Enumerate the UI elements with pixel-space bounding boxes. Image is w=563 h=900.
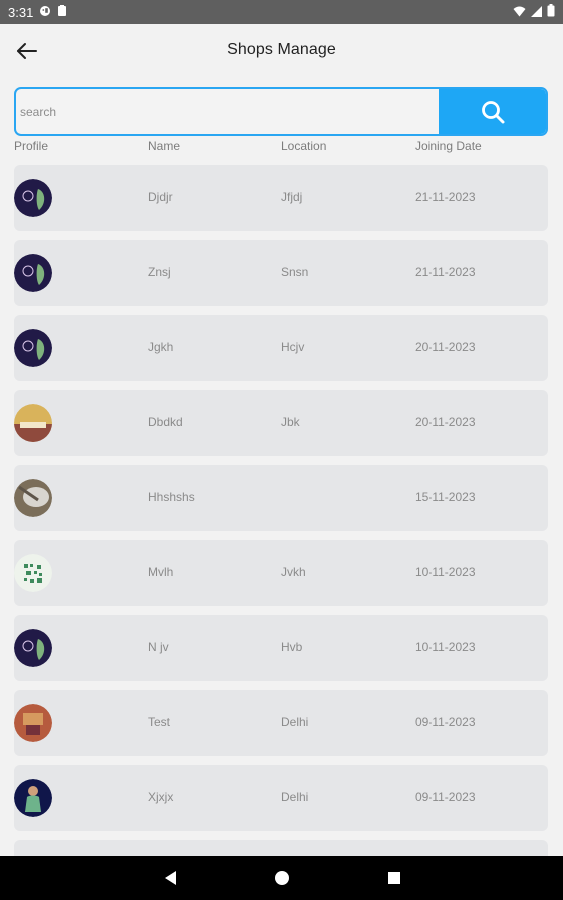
app-bar: Shops Manage (0, 24, 563, 76)
shop-name: Jgkh (148, 340, 174, 354)
table-header: Profile Name Location Joining Date (14, 139, 548, 157)
shop-name: Djdjr (148, 190, 173, 204)
shop-row[interactable]: Jgkh Hcjv 20-11-2023 (14, 315, 548, 381)
avatar (14, 704, 52, 742)
status-time: 3:31 (8, 4, 34, 20)
status-bar: 3:31 (0, 0, 563, 24)
joining-date: 21-11-2023 (415, 190, 476, 204)
search-bar (14, 87, 548, 136)
avatar (14, 404, 52, 442)
shop-name: Xjxjx (148, 790, 174, 804)
joining-date: 20-11-2023 (415, 340, 476, 354)
battery-saver-icon (57, 4, 67, 20)
avatar (14, 254, 52, 292)
shop-location: Hvb (281, 640, 303, 654)
face-icon (39, 5, 51, 20)
page-title: Shops Manage (227, 41, 336, 58)
back-nav-button[interactable] (158, 866, 182, 890)
shop-list: Djdjr Jfjdj 21-11-2023 Znsj Snsn 21-11-2… (14, 165, 548, 840)
avatar (14, 479, 52, 517)
joining-date: 21-11-2023 (415, 265, 476, 279)
shop-location: Jfjdj (281, 190, 303, 204)
column-name: Name (148, 139, 181, 153)
column-location: Location (281, 139, 327, 153)
avatar (14, 179, 52, 217)
joining-date: 10-11-2023 (415, 640, 476, 654)
search-icon (481, 100, 504, 123)
joining-date: 20-11-2023 (415, 415, 476, 429)
shop-row[interactable]: Dbdkd Jbk 20-11-2023 (14, 390, 548, 456)
shop-location: Delhi (281, 790, 309, 804)
battery-icon (547, 4, 555, 20)
shop-row[interactable]: Hhshshs 15-11-2023 (14, 465, 548, 531)
navigation-bar (0, 856, 563, 900)
shop-location: Jvkh (281, 565, 306, 579)
recents-square-icon (387, 872, 400, 884)
recents-nav-button[interactable] (382, 866, 406, 890)
avatar (14, 554, 52, 592)
home-circle-icon (274, 871, 289, 885)
column-profile: Profile (14, 139, 49, 153)
shop-row[interactable]: Znsj Snsn 21-11-2023 (14, 240, 548, 306)
column-joining-date: Joining Date (415, 139, 482, 153)
shop-location: Snsn (281, 265, 309, 279)
status-right (513, 4, 555, 20)
shop-name: Znsj (148, 265, 171, 279)
shop-location: Jbk (281, 415, 300, 429)
back-triangle-icon (164, 871, 176, 885)
shop-name: Hhshshs (148, 490, 195, 504)
wifi-icon (513, 5, 526, 20)
avatar (14, 629, 52, 667)
shop-row[interactable]: Djdjr Jfjdj 21-11-2023 (14, 165, 548, 231)
shop-row[interactable]: N jv Hvb 10-11-2023 (14, 615, 548, 681)
back-button[interactable] (12, 36, 42, 66)
joining-date: 15-11-2023 (415, 490, 476, 504)
avatar (14, 779, 52, 817)
shop-row[interactable]: Test Delhi 09-11-2023 (14, 690, 548, 756)
home-nav-button[interactable] (270, 866, 294, 890)
avatar (14, 329, 52, 367)
shop-row[interactable]: Mvlh Jvkh 10-11-2023 (14, 540, 548, 606)
shop-name: Dbdkd (148, 415, 183, 429)
shop-name: N jv (148, 640, 169, 654)
search-input[interactable] (16, 89, 439, 134)
joining-date: 09-11-2023 (415, 715, 476, 729)
shop-location: Hcjv (281, 340, 305, 354)
status-left: 3:31 (8, 4, 67, 20)
shop-name: Mvlh (148, 565, 174, 579)
shop-row[interactable]: Xjxjx Delhi 09-11-2023 (14, 765, 548, 831)
arrow-left-icon (17, 43, 37, 59)
signal-icon (531, 5, 542, 20)
joining-date: 10-11-2023 (415, 565, 476, 579)
shop-name: Test (148, 715, 171, 729)
search-button[interactable] (439, 89, 546, 134)
shop-location: Delhi (281, 715, 309, 729)
joining-date: 09-11-2023 (415, 790, 476, 804)
